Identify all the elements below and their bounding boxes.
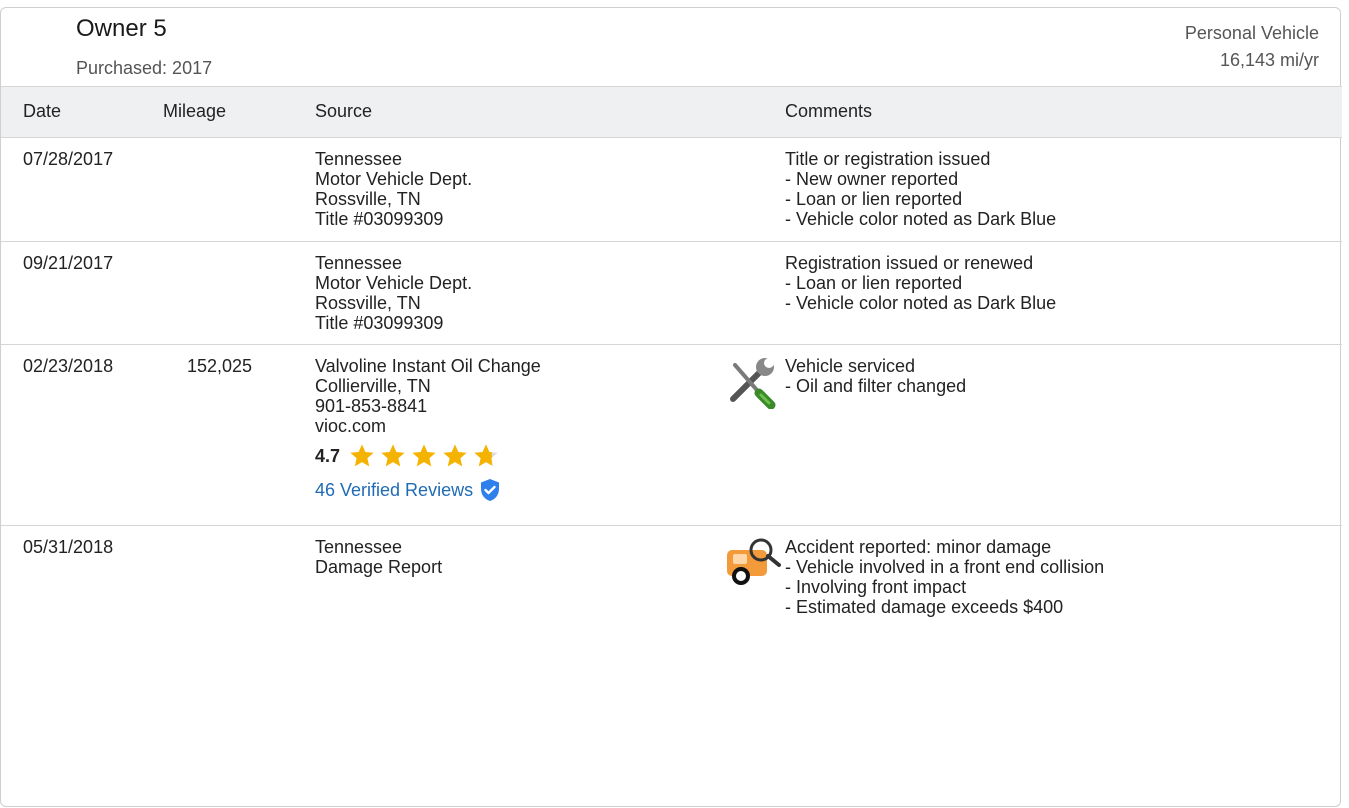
- source-line: Motor Vehicle Dept.: [315, 169, 473, 189]
- table-row: 02/23/2018 152,025 Valvoline Instant Oil…: [1, 345, 1342, 526]
- verified-shield-icon: [481, 479, 500, 501]
- owner-header: Owner 5 Purchased: 2017 Personal Vehicle…: [1, 8, 1342, 86]
- source-line[interactable]: vioc.com: [315, 416, 541, 436]
- record-comments: Title or registration issued - New owner…: [785, 149, 1056, 229]
- comment-line: - New owner reported: [785, 169, 959, 189]
- column-source: Source: [315, 101, 373, 121]
- comment-title: Vehicle serviced: [785, 356, 916, 376]
- table-row: 07/28/2017 Tennessee Motor Vehicle Dept.…: [1, 138, 1342, 242]
- record-comments: Accident reported: minor damage - Vehicl…: [785, 537, 1104, 617]
- purchase-year: Purchased: 2017: [76, 58, 213, 78]
- record-date: 07/28/2017: [23, 149, 114, 169]
- rating-value: 4.7: [315, 446, 341, 466]
- owner-usage: Personal Vehicle 16,143 mi/yr: [1185, 20, 1319, 74]
- source-line: Title #03099309: [315, 209, 444, 229]
- column-mileage: Mileage: [163, 101, 227, 121]
- rating: 4.7: [315, 442, 541, 470]
- source-line: Tennessee: [315, 253, 403, 273]
- column-comments: Comments: [785, 101, 873, 121]
- table-row: 05/31/2018 Tennessee Damage Report Accid…: [1, 526, 1342, 808]
- source-line: Title #03099309: [315, 313, 444, 333]
- comment-line: - Involving front impact: [785, 577, 967, 597]
- source-line: Tennessee: [315, 149, 403, 169]
- source-line: Valvoline Instant Oil Change: [315, 356, 541, 376]
- comment-line: - Vehicle color noted as Dark Blue: [785, 209, 1057, 229]
- record-mileage: 152,025: [187, 356, 253, 376]
- record-source: Valvoline Instant Oil Change Colliervill…: [315, 356, 541, 502]
- comment-line: - Vehicle color noted as Dark Blue: [785, 293, 1057, 313]
- record-source: Tennessee Damage Report: [315, 537, 442, 577]
- star-icon: [443, 444, 467, 467]
- record-comments: Registration issued or renewed - Loan or…: [785, 253, 1056, 313]
- comment-title: Title or registration issued: [785, 149, 991, 169]
- mileage-per-year: 16,143 mi/yr: [1219, 50, 1319, 70]
- wrench-screwdriver-icon: [725, 353, 783, 410]
- comment-line: - Oil and filter changed: [785, 376, 967, 396]
- record-date: 05/31/2018: [23, 537, 114, 557]
- record-date: 02/23/2018: [23, 356, 114, 376]
- star-icon: [474, 444, 498, 467]
- record-source: Tennessee Motor Vehicle Dept. Rossville,…: [315, 149, 472, 229]
- comment-line: - Loan or lien reported: [785, 273, 963, 293]
- owner-history-panel: Owner 5 Purchased: 2017 Personal Vehicle…: [0, 7, 1342, 808]
- comment-line: - Estimated damage exceeds $400: [785, 597, 1064, 617]
- source-line: Rossville, TN: [315, 189, 421, 209]
- damage-magnifier-icon: [725, 534, 783, 589]
- source-line: Tennessee: [315, 537, 403, 557]
- comment-line: - Loan or lien reported: [785, 189, 963, 209]
- record-source: Tennessee Motor Vehicle Dept. Rossville,…: [315, 253, 472, 333]
- table-header: Date Mileage Source Comments: [1, 86, 1342, 138]
- owner-title: Owner 5: [76, 15, 167, 42]
- record-date: 09/21/2017: [23, 253, 114, 273]
- comment-title: Accident reported: minor damage: [785, 537, 1052, 557]
- star-icon: [412, 444, 436, 467]
- star-rating: [348, 442, 500, 470]
- star-icon: [381, 444, 405, 467]
- comment-title: Registration issued or renewed: [785, 253, 1034, 273]
- reviews-label[interactable]: 46 Verified Reviews: [315, 480, 473, 500]
- record-comments: Vehicle serviced - Oil and filter change…: [785, 356, 966, 396]
- source-line: 901-853-8841: [315, 396, 428, 416]
- comment-line: - Vehicle involved in a front end collis…: [785, 557, 1105, 577]
- source-line: Damage Report: [315, 557, 443, 577]
- source-line: Collierville, TN: [315, 376, 431, 396]
- source-line: Rossville, TN: [315, 293, 421, 313]
- column-date: Date: [23, 101, 62, 121]
- source-line: Motor Vehicle Dept.: [315, 273, 473, 293]
- table-row: 09/21/2017 Tennessee Motor Vehicle Dept.…: [1, 242, 1342, 345]
- usage-type: Personal Vehicle: [1184, 23, 1319, 43]
- star-icon: [350, 444, 374, 467]
- verified-reviews-link[interactable]: 46 Verified Reviews: [315, 478, 541, 502]
